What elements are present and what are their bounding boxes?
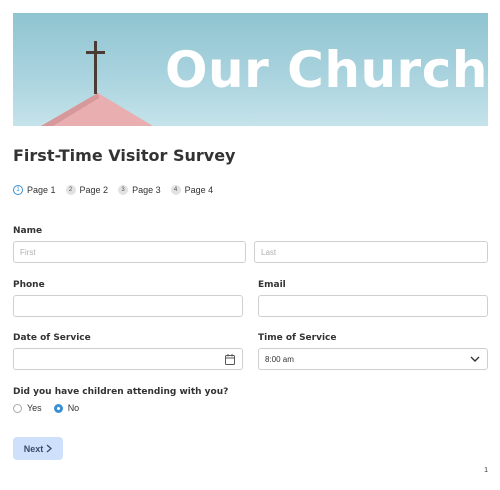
radio-circle[interactable] <box>53 403 63 413</box>
children-radio-group: Yes No <box>13 403 91 413</box>
step-label: Page 4 <box>184 185 214 195</box>
step-label: Page 1 <box>27 185 56 195</box>
step-number: 2 <box>65 185 76 195</box>
next-button[interactable]: Next <box>13 437 63 460</box>
calendar-icon[interactable] <box>225 354 235 367</box>
step-page-1[interactable]: 1 Page 1 <box>13 185 56 195</box>
header-banner: Our Church <box>13 13 488 126</box>
step-number: 4 <box>170 185 181 195</box>
radio-yes-label: Yes <box>27 403 42 413</box>
cross-icon <box>94 41 97 94</box>
step-number: 3 <box>118 185 129 195</box>
name-label: Name <box>13 226 43 236</box>
last-name-input[interactable]: Last <box>254 241 488 263</box>
page-title: First-Time Visitor Survey <box>13 146 236 165</box>
page-number: 1 <box>484 467 488 474</box>
time-label: Time of Service <box>258 333 337 343</box>
email-label: Email <box>258 280 286 290</box>
page-steps: 1 Page 1 2 Page 2 3 Page 3 4 Page 4 <box>13 185 223 195</box>
phone-input[interactable] <box>13 295 243 317</box>
chevron-down-icon <box>470 356 480 365</box>
step-page-4[interactable]: 4 Page 4 <box>170 185 214 195</box>
radio-no[interactable]: No <box>53 403 80 413</box>
children-question-label: Did you have children attending with you… <box>13 387 229 397</box>
step-page-2[interactable]: 2 Page 2 <box>65 185 109 195</box>
date-label: Date of Service <box>13 333 91 343</box>
email-input[interactable] <box>258 295 488 317</box>
radio-yes[interactable]: Yes <box>13 403 42 413</box>
last-name-placeholder: Last <box>261 247 277 257</box>
step-number: 1 <box>13 185 23 195</box>
step-label: Page 3 <box>132 185 161 195</box>
first-name-placeholder: First <box>20 247 36 257</box>
chevron-right-icon <box>46 444 53 453</box>
radio-no-label: No <box>67 403 80 413</box>
radio-circle[interactable] <box>13 403 22 413</box>
step-page-3[interactable]: 3 Page 3 <box>118 185 161 195</box>
next-button-label: Next <box>23 443 44 454</box>
step-label: Page 2 <box>79 185 109 195</box>
time-select[interactable]: 8:00 am <box>258 348 488 370</box>
first-name-input[interactable]: First <box>13 241 246 263</box>
phone-label: Phone <box>13 280 45 290</box>
date-input[interactable] <box>13 348 243 370</box>
time-value: 8:00 am <box>265 354 294 364</box>
banner-title: Our Church <box>165 41 488 99</box>
